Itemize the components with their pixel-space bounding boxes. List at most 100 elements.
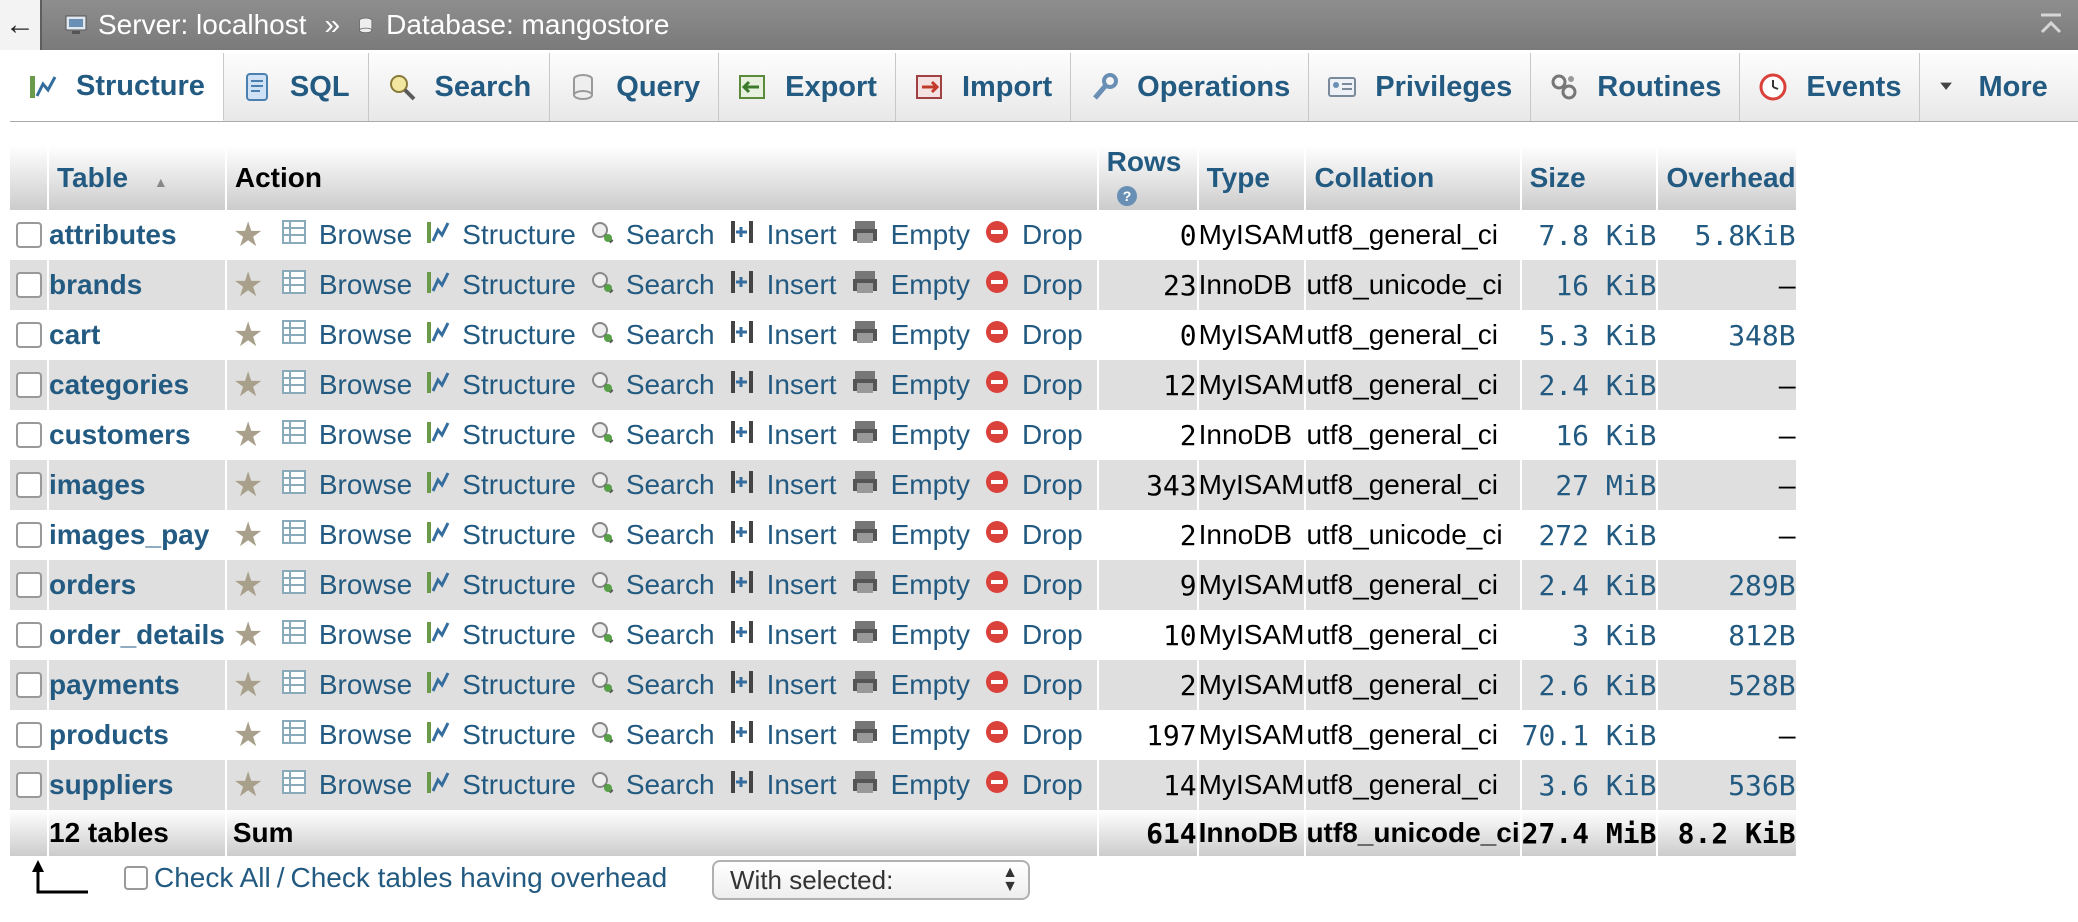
search-action[interactable]: Search xyxy=(590,469,715,501)
table-name-link[interactable]: categories xyxy=(48,360,227,410)
size-link[interactable]: 272 KiB xyxy=(1520,510,1659,560)
tab-more[interactable]: More xyxy=(1920,53,2065,121)
table-name-link[interactable]: images xyxy=(48,460,227,510)
search-action[interactable]: Search xyxy=(590,519,715,551)
insert-action[interactable]: Insert xyxy=(729,769,837,802)
browse-action[interactable]: Browse xyxy=(281,569,412,602)
browse-action[interactable]: Browse xyxy=(281,219,412,252)
empty-action[interactable]: Empty xyxy=(851,719,970,752)
favorite-star-icon[interactable]: ★ xyxy=(233,668,265,702)
breadcrumb-server-link[interactable]: Server: localhost xyxy=(98,9,307,41)
tab-export[interactable]: Export xyxy=(719,53,896,121)
structure-action[interactable]: Structure xyxy=(426,269,576,302)
size-link[interactable]: 2.4 KiB xyxy=(1520,560,1659,610)
drop-action[interactable]: Drop xyxy=(984,719,1083,752)
drop-action[interactable]: Drop xyxy=(984,419,1083,452)
empty-action[interactable]: Empty xyxy=(851,769,970,802)
breadcrumb-database-link[interactable]: Database: mangostore xyxy=(386,9,669,41)
header-size[interactable]: Size xyxy=(1520,146,1659,210)
empty-action[interactable]: Empty xyxy=(851,269,970,302)
drop-action[interactable]: Drop xyxy=(984,669,1083,702)
insert-action[interactable]: Insert xyxy=(729,369,837,402)
row-checkbox[interactable] xyxy=(15,372,42,398)
tab-import[interactable]: Import xyxy=(896,53,1072,121)
drop-action[interactable]: Drop xyxy=(984,469,1083,502)
empty-action[interactable]: Empty xyxy=(851,619,970,652)
structure-action[interactable]: Structure xyxy=(426,769,576,802)
overhead-value[interactable]: 536B xyxy=(1657,760,1798,810)
browse-action[interactable]: Browse xyxy=(281,769,412,802)
search-action[interactable]: Search xyxy=(590,619,715,651)
size-link[interactable]: 2.6 KiB xyxy=(1520,660,1659,710)
overhead-value[interactable]: 812B xyxy=(1657,610,1798,660)
row-checkbox[interactable] xyxy=(15,672,42,698)
structure-action[interactable]: Structure xyxy=(426,569,576,602)
empty-action[interactable]: Empty xyxy=(851,669,970,702)
drop-action[interactable]: Drop xyxy=(984,369,1083,402)
search-action[interactable]: Search xyxy=(590,369,715,401)
row-checkbox[interactable] xyxy=(15,722,42,748)
insert-action[interactable]: Insert xyxy=(729,719,837,752)
tab-operations[interactable]: Operations xyxy=(1071,53,1310,121)
header-type[interactable]: Type xyxy=(1197,146,1307,210)
header-table[interactable]: Table ▲ xyxy=(48,146,227,210)
tab-events[interactable]: Events xyxy=(1740,53,1921,121)
insert-action[interactable]: Insert xyxy=(729,219,837,252)
favorite-star-icon[interactable]: ★ xyxy=(233,568,265,602)
structure-action[interactable]: Structure xyxy=(426,319,576,352)
tab-query[interactable]: Query xyxy=(550,53,720,121)
row-checkbox[interactable] xyxy=(15,622,42,648)
tab-privileges[interactable]: Privileges xyxy=(1309,53,1532,121)
header-rows[interactable]: Rows ? xyxy=(1097,146,1199,210)
structure-action[interactable]: Structure xyxy=(426,619,576,652)
row-checkbox[interactable] xyxy=(15,472,42,498)
row-checkbox[interactable] xyxy=(15,422,42,448)
browse-action[interactable]: Browse xyxy=(281,719,412,752)
favorite-star-icon[interactable]: ★ xyxy=(233,418,265,452)
collapse-icon[interactable] xyxy=(2038,12,2064,45)
insert-action[interactable]: Insert xyxy=(729,669,837,702)
table-name-link[interactable]: customers xyxy=(48,410,227,460)
insert-action[interactable]: Insert xyxy=(729,569,837,602)
row-checkbox[interactable] xyxy=(15,272,42,298)
table-name-link[interactable]: payments xyxy=(48,660,227,710)
insert-action[interactable]: Insert xyxy=(729,469,837,502)
help-icon[interactable]: ? xyxy=(1115,184,1139,208)
empty-action[interactable]: Empty xyxy=(851,569,970,602)
drop-action[interactable]: Drop xyxy=(984,569,1083,602)
tab-search[interactable]: Search xyxy=(369,53,551,121)
with-selected-dropdown[interactable]: With selected: ▲ ▼ xyxy=(712,860,1030,900)
search-action[interactable]: Search xyxy=(590,719,715,751)
favorite-star-icon[interactable]: ★ xyxy=(233,268,265,302)
insert-action[interactable]: Insert xyxy=(729,619,837,652)
browse-action[interactable]: Browse xyxy=(281,319,412,352)
structure-action[interactable]: Structure xyxy=(426,669,576,702)
search-action[interactable]: Search xyxy=(590,269,715,301)
browse-action[interactable]: Browse xyxy=(281,419,412,452)
tab-routines[interactable]: Routines xyxy=(1531,53,1741,121)
drop-action[interactable]: Drop xyxy=(984,769,1083,802)
favorite-star-icon[interactable]: ★ xyxy=(233,718,265,752)
table-name-link[interactable]: cart xyxy=(48,310,227,360)
browse-action[interactable]: Browse xyxy=(281,369,412,402)
search-action[interactable]: Search xyxy=(590,669,715,701)
row-checkbox[interactable] xyxy=(15,322,42,348)
size-link[interactable]: 3 KiB xyxy=(1520,610,1659,660)
drop-action[interactable]: Drop xyxy=(984,619,1083,652)
row-checkbox[interactable] xyxy=(15,772,42,798)
insert-action[interactable]: Insert xyxy=(729,269,837,302)
search-action[interactable]: Search xyxy=(590,419,715,451)
overhead-value[interactable]: 5.8KiB xyxy=(1657,210,1798,260)
empty-action[interactable]: Empty xyxy=(851,519,970,552)
structure-action[interactable]: Structure xyxy=(426,369,576,402)
header-overhead[interactable]: Overhead xyxy=(1657,146,1798,210)
table-name-link[interactable]: suppliers xyxy=(48,760,227,810)
structure-action[interactable]: Structure xyxy=(426,519,576,552)
drop-action[interactable]: Drop xyxy=(984,319,1083,352)
empty-action[interactable]: Empty xyxy=(851,219,970,252)
size-link[interactable]: 27 MiB xyxy=(1520,460,1659,510)
size-link[interactable]: 5.3 KiB xyxy=(1520,310,1659,360)
insert-action[interactable]: Insert xyxy=(729,519,837,552)
empty-action[interactable]: Empty xyxy=(851,369,970,402)
search-action[interactable]: Search xyxy=(590,769,715,801)
